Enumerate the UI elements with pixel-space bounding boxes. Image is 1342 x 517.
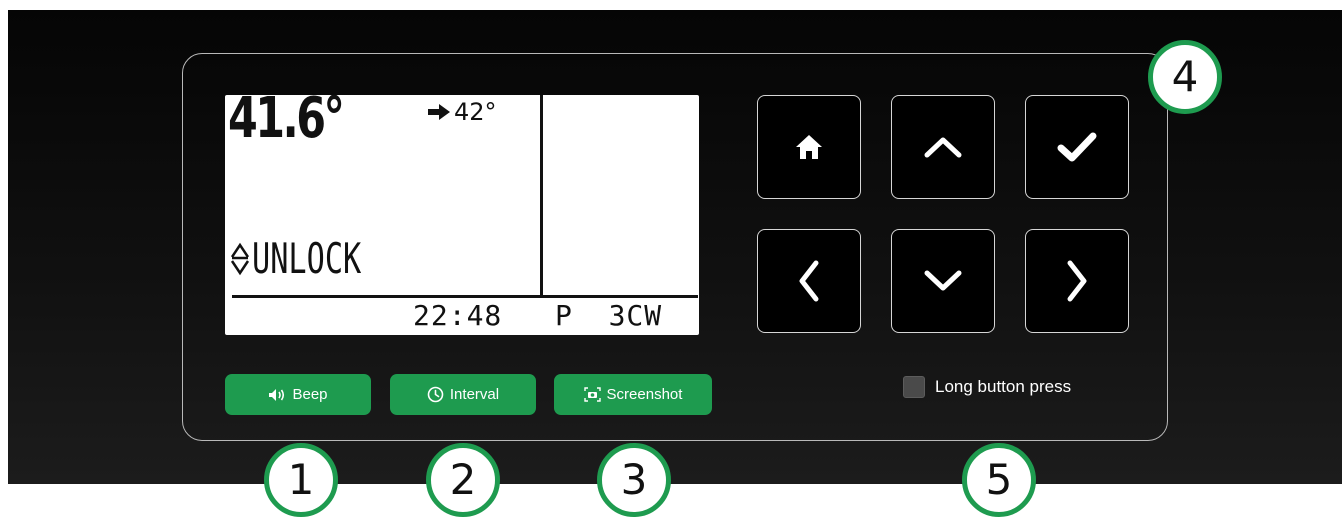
callout-badge-5: 5 [962, 443, 1036, 517]
callout-badge-1: 1 [264, 443, 338, 517]
right-button[interactable] [1025, 229, 1129, 333]
down-button[interactable] [891, 229, 995, 333]
lcd-display: 41.6° 42° UNLOCK 22:48 P 3CW [225, 95, 699, 335]
check-icon [1057, 132, 1097, 162]
clock-icon [427, 386, 444, 403]
long-press-checkbox[interactable] [903, 376, 925, 398]
long-press-label: Long button press [935, 377, 1072, 396]
beep-label: Beep [292, 386, 328, 403]
current-temperature: 41.6° [228, 95, 345, 151]
callout-badge-4: 4 [1148, 40, 1222, 114]
home-icon [796, 135, 822, 159]
chevron-left-icon [799, 260, 819, 302]
chevron-down-icon [924, 270, 962, 291]
callout-badge-3: 3 [597, 443, 671, 517]
lcd-divider-vertical [540, 95, 543, 297]
beep-button[interactable]: Beep [225, 374, 371, 415]
callout-badge-2: 2 [426, 443, 500, 517]
left-button[interactable] [757, 229, 861, 333]
up-down-icon [230, 242, 250, 276]
lock-status-text: UNLOCK [252, 234, 362, 283]
interval-button[interactable]: Interval [390, 374, 536, 415]
long-press-option: Long button press [903, 376, 1071, 398]
screenshot-label: Screenshot [606, 386, 683, 403]
speaker-icon [269, 388, 285, 401]
home-button[interactable] [757, 95, 861, 199]
screenshot-button[interactable]: Screenshot [554, 374, 712, 415]
program-mode: P 3CW [555, 299, 663, 332]
chevron-right-icon [1067, 260, 1087, 302]
target-temperature: 42° [428, 100, 497, 124]
interval-label: Interval [449, 386, 500, 403]
target-temperature-value: 42° [454, 98, 497, 126]
up-button[interactable] [891, 95, 995, 199]
lock-status: UNLOCK [229, 237, 404, 281]
chevron-up-icon [924, 137, 962, 158]
ok-button[interactable] [1025, 95, 1129, 199]
camera-icon [583, 387, 601, 402]
clock-time: 22:48 [413, 299, 503, 332]
arrow-right-icon [428, 104, 450, 120]
lcd-divider-horizontal [232, 295, 698, 298]
